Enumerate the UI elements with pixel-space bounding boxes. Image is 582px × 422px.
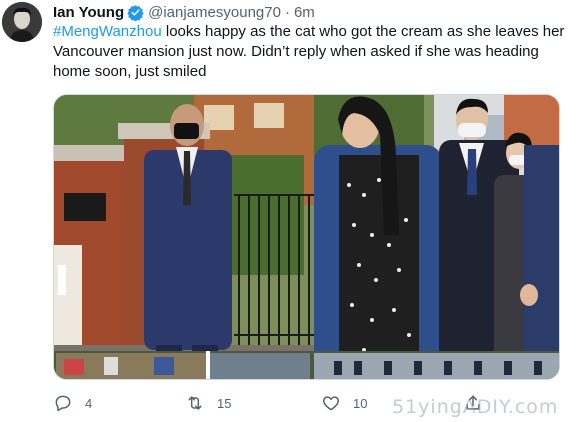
- avatar[interactable]: [2, 2, 42, 42]
- separator-dot: ·: [284, 3, 290, 21]
- hashtag-link[interactable]: #MengWanzhou: [53, 23, 162, 40]
- tweet[interactable]: Ian Young @ianjamesyoung70 · 6m #MengWan…: [0, 0, 582, 422]
- tweet-video[interactable]: [53, 94, 560, 380]
- watermark: 51yingADIY.com: [392, 396, 559, 418]
- like-button[interactable]: 10: [321, 390, 367, 416]
- tweet-timestamp[interactable]: 6m: [294, 4, 315, 21]
- heart-icon: [321, 393, 341, 413]
- tweet-text: #MengWanzhou looks happy as the cat who …: [53, 22, 573, 82]
- retweet-count: 15: [217, 395, 232, 411]
- reply-count: 4: [85, 395, 93, 411]
- author-name[interactable]: Ian Young: [53, 4, 124, 21]
- tweet-header: Ian Young @ianjamesyoung70 · 6m: [53, 2, 315, 22]
- reply-button[interactable]: 4: [53, 390, 92, 416]
- author-handle[interactable]: @ianjamesyoung70: [148, 4, 281, 21]
- retweet-button[interactable]: 15: [185, 390, 231, 416]
- reply-icon: [53, 393, 73, 413]
- verified-badge-icon: [127, 4, 144, 21]
- retweet-icon: [185, 393, 205, 413]
- like-count: 10: [353, 395, 368, 411]
